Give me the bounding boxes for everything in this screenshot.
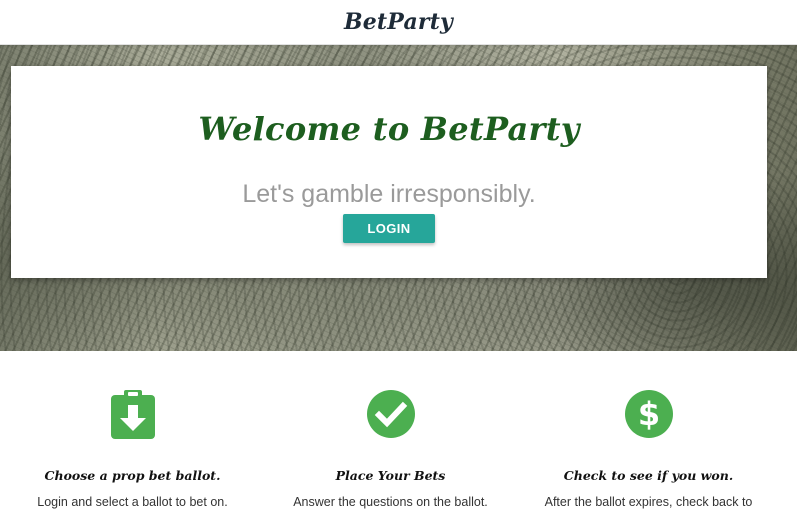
- feature-title: Choose a prop bet ballot.: [44, 468, 221, 483]
- feature-description: Login and select a ballot to bet on.: [37, 495, 228, 509]
- top-navbar: BetParty: [0, 0, 797, 45]
- feature-description: Answer the questions on the ballot.: [293, 495, 488, 509]
- page-title: Welcome to BetParty: [198, 110, 580, 148]
- feature-title: Place Your Bets: [335, 468, 446, 483]
- svg-text:$: $: [637, 395, 659, 433]
- dollar-circle-icon: $: [624, 390, 673, 438]
- login-button[interactable]: LOGIN: [343, 214, 435, 243]
- feature-description: After the ballot expires, check back to: [544, 495, 753, 509]
- check-circle-icon: [366, 390, 415, 438]
- clipboard-download-icon: [110, 390, 155, 439]
- brand-logo[interactable]: BetParty: [344, 9, 453, 35]
- welcome-card: Welcome to BetParty Let's gamble irrespo…: [11, 66, 767, 278]
- feature-title: Check to see if you won.: [563, 468, 734, 483]
- feature-place-bets: Place Your Bets Answer the questions on …: [258, 351, 523, 513]
- feature-choose-ballot: Choose a prop bet ballot. Login and sele…: [0, 351, 265, 513]
- tagline: Let's gamble irresponsibly.: [242, 180, 536, 208]
- feature-check-won: $ Check to see if you won. After the bal…: [516, 351, 781, 513]
- features-section: Choose a prop bet ballot. Login and sele…: [0, 351, 797, 513]
